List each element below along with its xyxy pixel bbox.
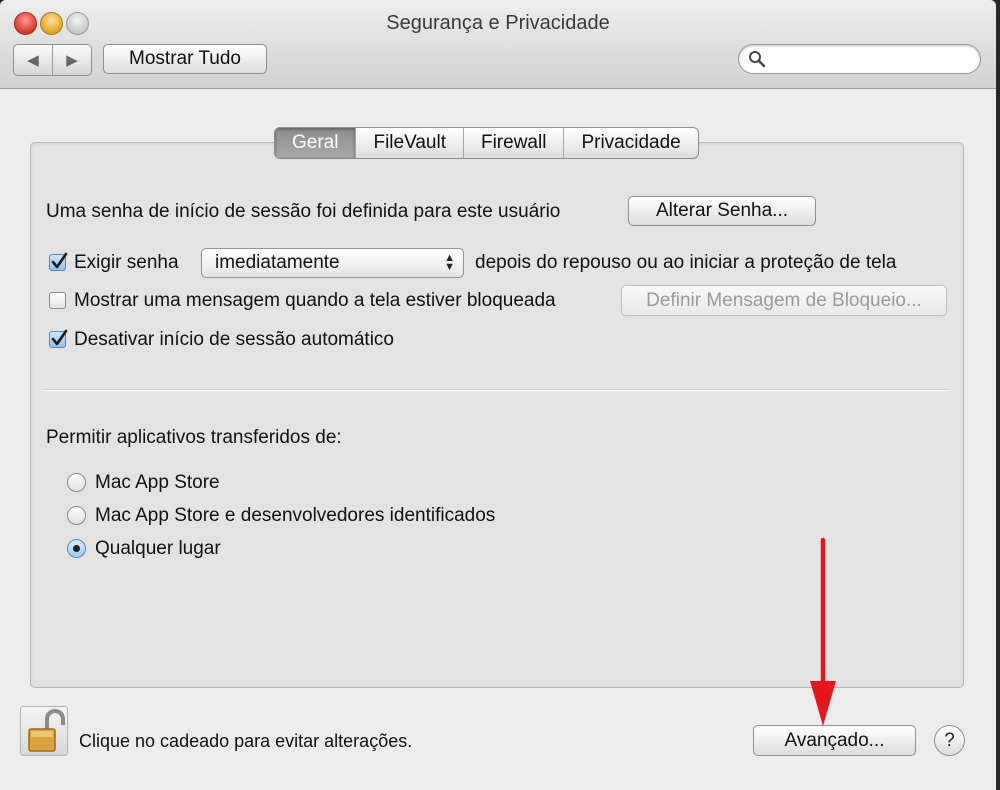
tab-firewall[interactable]: Firewall	[462, 128, 563, 158]
radio-anywhere[interactable]	[67, 539, 86, 558]
radio-anywhere-label: Qualquer lugar	[95, 538, 221, 559]
set-lock-message-button[interactable]: Definir Mensagem de Bloqueio...	[621, 285, 947, 316]
password-set-text: Uma senha de início de sessão foi defini…	[46, 201, 561, 222]
section-divider	[44, 389, 948, 390]
lock-hint-text: Clique no cadeado para evitar alterações…	[79, 731, 413, 751]
lock-button[interactable]	[20, 706, 68, 756]
tab-geral[interactable]: Geral	[275, 128, 356, 158]
radio-mac-app-store-label: Mac App Store	[95, 472, 220, 493]
disable-auto-login-checkbox[interactable]	[49, 329, 68, 348]
search-icon	[749, 51, 766, 68]
require-password-delay-select[interactable]: imediatamente ▲ ▼	[201, 248, 464, 278]
require-password-checkbox[interactable]	[49, 252, 68, 271]
tab-filevault[interactable]: FileVault	[355, 128, 463, 158]
checkmark-icon	[51, 252, 68, 269]
show-all-button[interactable]: Mostrar Tudo	[103, 44, 267, 74]
advanced-button[interactable]: Avançado...	[753, 725, 916, 756]
forward-arrow-icon[interactable]: ▶	[52, 45, 91, 75]
require-password-delay-value: imediatamente	[215, 252, 340, 273]
unlocked-padlock-icon	[28, 709, 65, 752]
search-field[interactable]	[738, 44, 981, 74]
require-password-suffix: depois do repouso ou ao iniciar a proteç…	[475, 252, 897, 273]
checkmark-icon	[51, 329, 68, 346]
show-lock-message-checkbox[interactable]	[49, 292, 66, 309]
show-lock-message-label: Mostrar uma mensagem quando a tela estiv…	[74, 290, 556, 311]
red-annotation-arrow	[810, 537, 836, 726]
title-bar: Segurança e Privacidade ◀ ▶ Mostrar Tudo	[0, 0, 996, 89]
radio-identified-developers[interactable]	[67, 506, 86, 525]
radio-mac-app-store[interactable]	[67, 473, 86, 492]
window-title: Segurança e Privacidade	[386, 12, 610, 34]
tab-bar: Geral FileVault Firewall Privacidade	[274, 127, 699, 159]
system-preferences-window: Segurança e Privacidade ◀ ▶ Mostrar Tudo…	[0, 0, 996, 790]
up-down-arrows-icon: ▲ ▼	[444, 252, 455, 273]
tab-privacidade[interactable]: Privacidade	[563, 128, 697, 158]
disable-auto-login-label: Desativar início de sessão automático	[74, 329, 394, 350]
help-icon: ?	[944, 729, 955, 751]
allow-apps-heading: Permitir aplicativos transferidos de:	[46, 427, 342, 448]
require-password-label: Exigir senha	[74, 252, 179, 273]
back-forward-control: ◀ ▶	[13, 44, 92, 76]
search-input[interactable]	[771, 48, 975, 72]
help-button[interactable]: ?	[934, 725, 965, 756]
back-arrow-icon[interactable]: ◀	[14, 45, 52, 75]
radio-identified-developers-label: Mac App Store e desenvolvedores identifi…	[95, 505, 496, 526]
change-password-button[interactable]: Alterar Senha...	[628, 196, 816, 226]
